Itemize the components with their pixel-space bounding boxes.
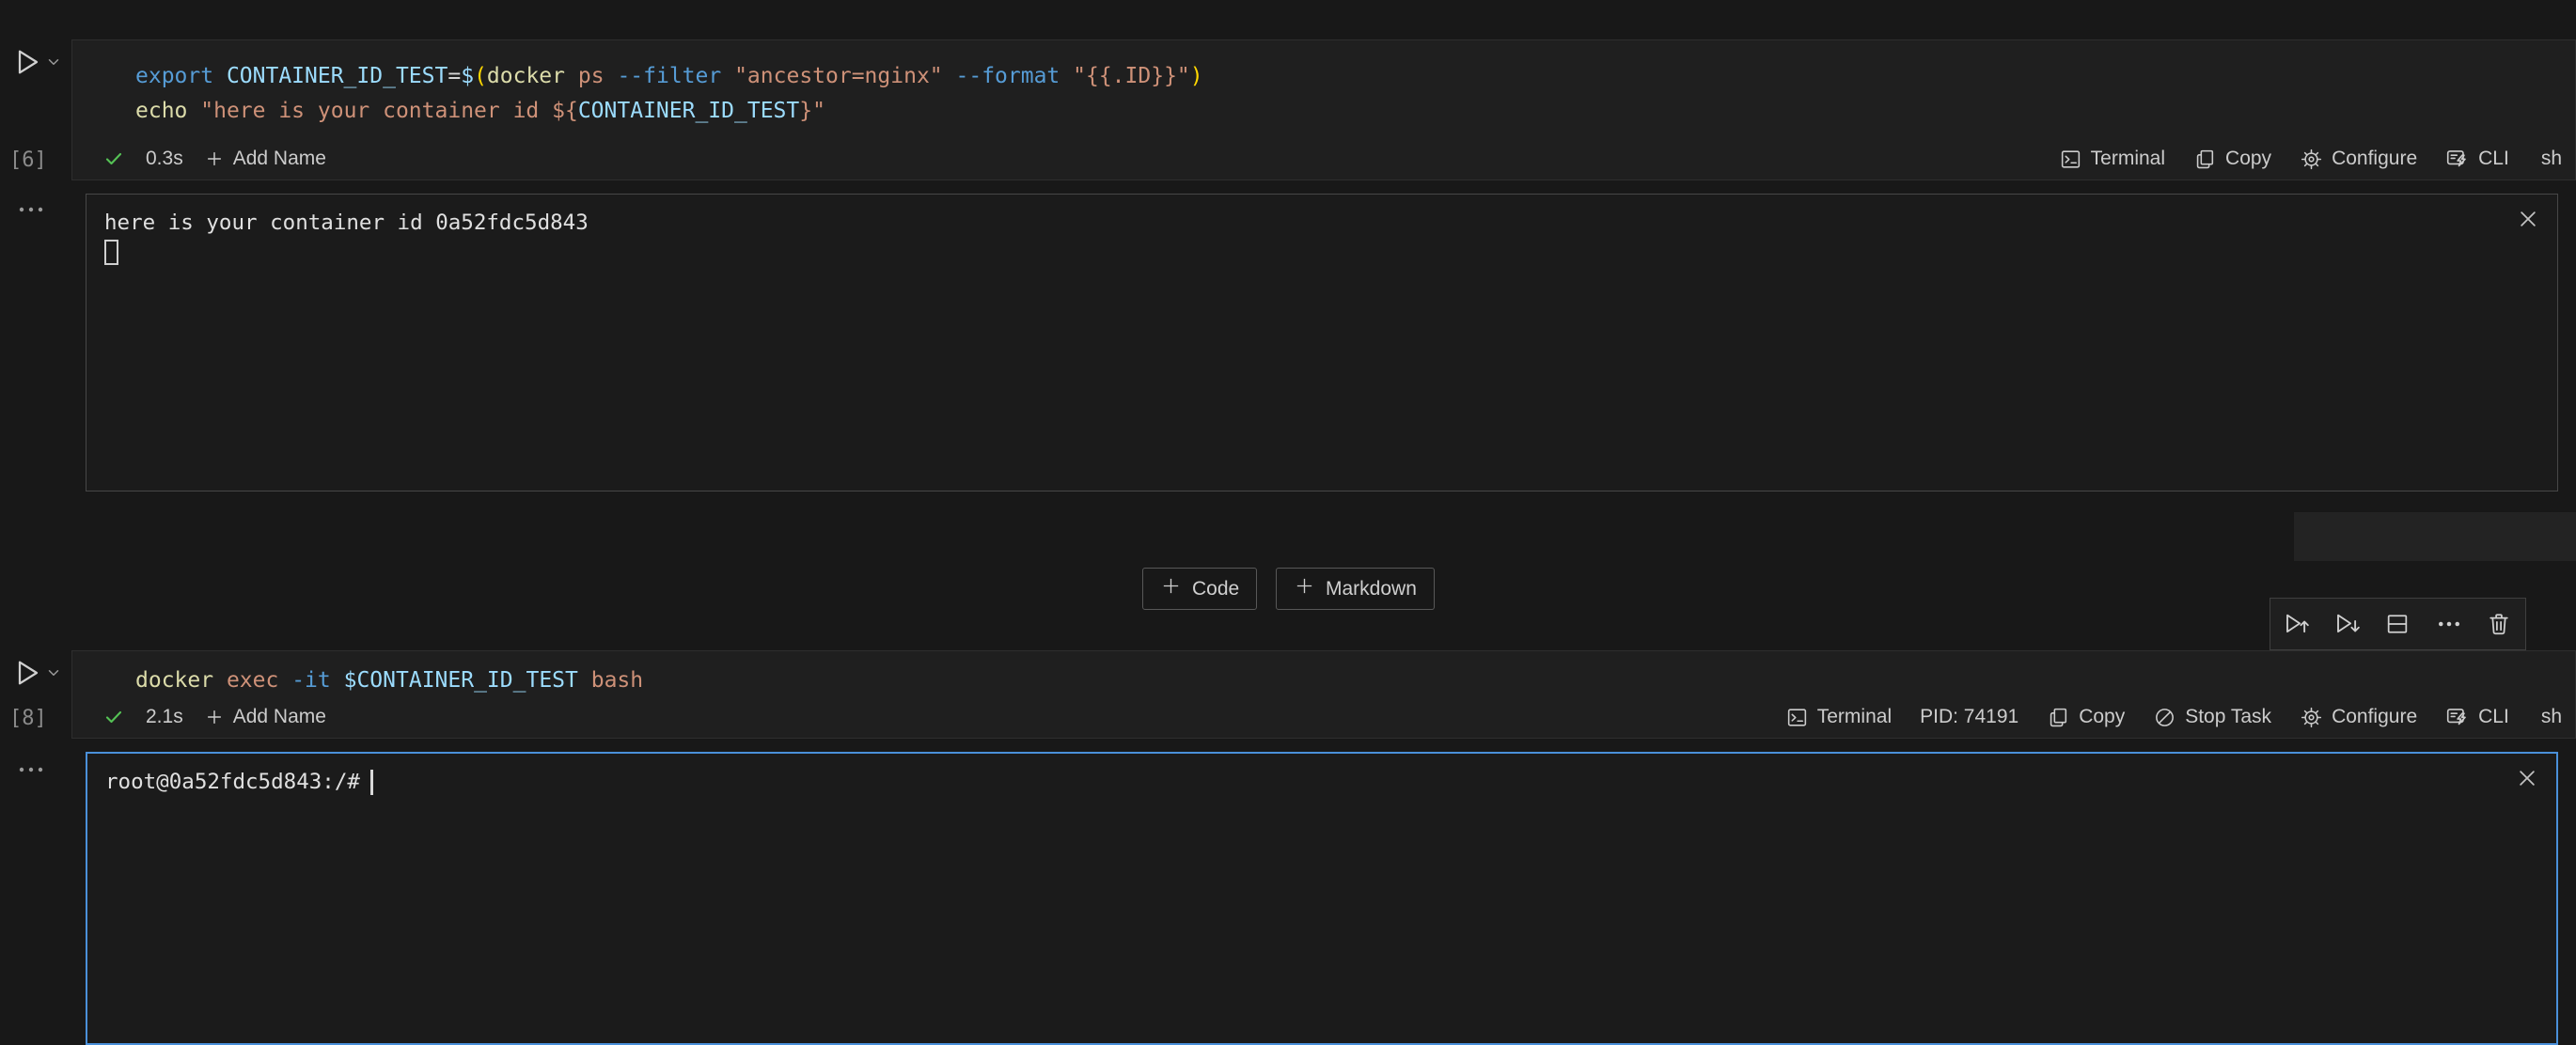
cli-button[interactable]: CLI [2445, 705, 2509, 729]
play-icon [12, 66, 42, 80]
copy-icon [2193, 148, 2217, 171]
trash-icon [2486, 611, 2514, 637]
success-check-icon [102, 706, 125, 728]
execute-below-button[interactable] [2333, 610, 2362, 638]
terminal-cursor-unfocused [104, 240, 118, 265]
plus-icon [204, 707, 225, 727]
output-menu-button[interactable] [17, 763, 45, 780]
gear-icon [2300, 706, 2323, 729]
execution-count: [6] [9, 148, 47, 172]
pid-label: PID: 74191 [1920, 706, 2018, 728]
chevron-down-icon[interactable] [45, 664, 62, 686]
terminal-output-text: here is your container id 0a52fdc5d843 [104, 209, 589, 237]
plus-icon [204, 148, 225, 169]
cell-duration: 0.3s [146, 148, 183, 170]
terminal-icon [1785, 706, 1809, 729]
terminal-icon [2059, 148, 2082, 171]
code-line: export CONTAINER_ID_TEST=$(docker ps --f… [135, 59, 2556, 94]
close-icon [2513, 781, 2541, 795]
split-cell-button[interactable] [2384, 610, 2412, 638]
stop-task-button[interactable]: Stop Task [2153, 706, 2271, 729]
split-cell-icon [2384, 611, 2412, 637]
run-cell-button[interactable] [11, 47, 43, 79]
close-output-button[interactable] [2511, 763, 2543, 795]
cli-button[interactable]: CLI [2445, 147, 2509, 171]
copy-icon [2047, 706, 2070, 729]
cell-status-bar: 0.3s Add Name Terminal [72, 138, 2575, 179]
terminal-prompt: root@0a52fdc5d843:/# [105, 768, 360, 796]
output-menu-button[interactable] [17, 203, 45, 220]
code-line: echo "here is your container id ${CONTAI… [135, 94, 2556, 129]
run-cell-button[interactable] [11, 658, 43, 690]
copy-button[interactable]: Copy [2193, 148, 2271, 171]
terminal-output-2[interactable]: root@0a52fdc5d843:/# [86, 752, 2558, 1045]
terminal-button[interactable]: Terminal [2059, 148, 2165, 171]
language-picker[interactable]: sh [2541, 148, 2562, 170]
add-code-cell-button[interactable]: Code [1142, 568, 1257, 610]
configure-button[interactable]: Configure [2300, 148, 2417, 171]
code-editor[interactable]: docker exec -it $CONTAINER_ID_TEST bash [72, 651, 2575, 698]
more-actions-button[interactable] [2435, 610, 2463, 638]
add-markdown-cell-button[interactable]: Markdown [1276, 568, 1435, 610]
cell-duration: 2.1s [146, 706, 183, 728]
code-line: docker exec -it $CONTAINER_ID_TEST bash [135, 663, 2556, 698]
terminal-output-1[interactable]: here is your container id 0a52fdc5d843 [86, 194, 2558, 491]
add-name-button[interactable]: Add Name [204, 148, 326, 170]
language-picker[interactable]: sh [2541, 706, 2562, 728]
cli-icon [2445, 705, 2470, 729]
play-down-icon [2333, 610, 2362, 638]
code-cell-1: export CONTAINER_ID_TEST=$(docker ps --f… [71, 39, 2576, 180]
add-name-button[interactable]: Add Name [204, 706, 326, 728]
copy-button[interactable]: Copy [2047, 706, 2125, 729]
close-output-button[interactable] [2512, 204, 2544, 236]
chevron-down-icon[interactable] [45, 54, 62, 75]
gear-icon [2300, 148, 2323, 171]
close-icon [2514, 222, 2542, 236]
cli-icon [2445, 147, 2470, 171]
code-cell-2: docker exec -it $CONTAINER_ID_TEST bash … [71, 650, 2576, 739]
plus-icon [1294, 575, 1315, 602]
ellipsis-icon [2435, 610, 2463, 638]
play-up-icon [2283, 610, 2311, 638]
terminal-button[interactable]: Terminal [1785, 706, 1892, 729]
execution-count: [8] [9, 707, 47, 730]
execute-above-button[interactable] [2283, 610, 2311, 638]
circle-slash-icon [2153, 706, 2176, 729]
success-check-icon [102, 148, 125, 170]
delete-cell-button[interactable] [2486, 610, 2514, 638]
play-icon [12, 677, 42, 691]
code-editor[interactable]: export CONTAINER_ID_TEST=$(docker ps --f… [72, 40, 2575, 129]
hover-highlight [2294, 512, 2576, 561]
terminal-cursor [370, 770, 373, 795]
configure-button[interactable]: Configure [2300, 706, 2417, 729]
cell-toolbar [2270, 598, 2526, 650]
notebook-editor: [6] export CONTAINER_ID_TEST=$(docker ps… [0, 0, 2576, 1045]
plus-icon [1160, 575, 1182, 602]
cell-status-bar: 2.1s Add Name Terminal PID: 74191 [72, 696, 2575, 738]
